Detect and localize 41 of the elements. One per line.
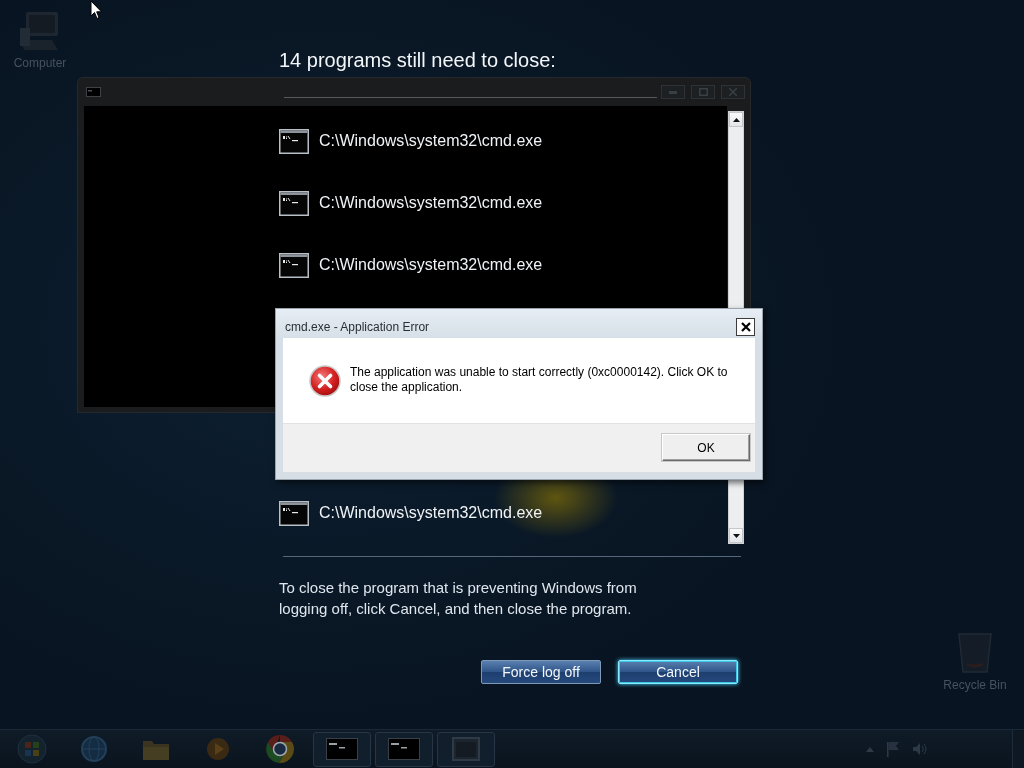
console-icon — [326, 738, 358, 760]
program-name: C:\Windows\system32\cmd.exe — [319, 132, 543, 150]
maximize-button[interactable] — [691, 85, 715, 99]
console-icon — [279, 500, 309, 526]
heading: 14 programs still need to close: — [279, 48, 556, 72]
play-icon — [206, 737, 230, 761]
instruction-text: To close the program that is preventing Windows from logging off, click Cancel, and then close the program. — [279, 578, 638, 619]
circle-logo-icon — [265, 734, 295, 764]
console-icon — [279, 252, 309, 278]
caret-down-icon — [732, 533, 740, 538]
minimize-icon — [669, 90, 677, 94]
scroll-down-button[interactable] — [729, 528, 743, 543]
ok-button[interactable]: OK — [662, 434, 750, 461]
console-icon — [86, 87, 101, 97]
dialog-title: cmd.exe - Application Error — [285, 319, 430, 334]
caret-up-icon — [732, 117, 740, 122]
window-icon — [452, 737, 480, 761]
scroll-up-button[interactable] — [729, 112, 743, 127]
close-icon — [729, 88, 737, 96]
program-name: C:\Windows\system32\cmd.exe — [319, 504, 543, 522]
console-icon — [279, 128, 309, 154]
maximize-icon — [698, 88, 708, 96]
console-icon — [279, 190, 309, 216]
program-name: C:\Windows\system32\cmd.exe — [319, 256, 543, 274]
cancel-button[interactable]: Cancel — [618, 660, 738, 684]
bin-icon — [957, 630, 993, 674]
close-icon — [740, 321, 751, 332]
error-message: The application was unable to start correctly (0xc0000142). Click OK to close the application. — [350, 365, 729, 395]
minimize-button[interactable] — [661, 85, 685, 99]
force-log-off-button[interactable]: Force log off — [481, 660, 601, 684]
orb-icon — [17, 734, 47, 764]
speaker-icon[interactable] — [912, 742, 928, 756]
flag-icon[interactable] — [886, 741, 900, 757]
console-icon — [388, 738, 420, 760]
show-desktop-button[interactable] — [1012, 730, 1024, 768]
cursor-icon — [90, 0, 103, 20]
error-icon — [309, 365, 341, 397]
close-button[interactable] — [736, 317, 755, 336]
caret-up-icon[interactable] — [866, 746, 874, 752]
globe-icon — [81, 736, 107, 762]
program-name: C:\Windows\system32\cmd.exe — [319, 194, 543, 212]
